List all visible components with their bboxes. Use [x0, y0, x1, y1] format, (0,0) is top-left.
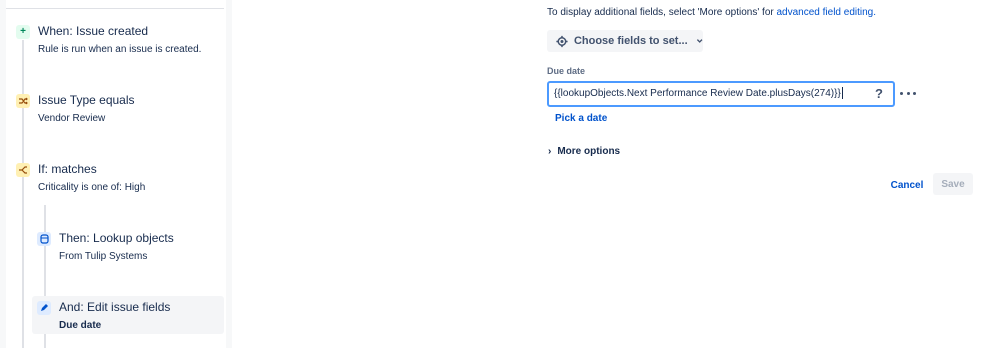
help-icon[interactable]: ?: [875, 86, 883, 101]
save-button[interactable]: Save: [933, 173, 973, 195]
cancel-button[interactable]: Cancel: [886, 176, 928, 194]
more-options-label: More options: [557, 146, 621, 157]
branch-icon: [16, 163, 30, 177]
lookup-subtitle: From Tulip Systems: [59, 251, 148, 262]
trigger-title: When: Issue created: [38, 24, 149, 38]
pencil-icon: [37, 301, 51, 315]
database-icon: [37, 232, 51, 246]
divider: [6, 8, 224, 9]
flow-connector: [22, 40, 24, 348]
choose-fields-button[interactable]: Choose fields to set...: [547, 30, 703, 52]
chevron-down-icon: [696, 39, 703, 43]
gear-icon: [556, 35, 568, 47]
shuffle-icon: [16, 94, 30, 108]
branch-title: If: matches: [38, 162, 97, 176]
lookup-title: Then: Lookup objects: [59, 231, 174, 245]
choose-fields-label: Choose fields to set...: [573, 35, 688, 47]
text-caret: [841, 87, 843, 100]
condition-subtitle: Vendor Review: [38, 113, 106, 124]
due-date-field[interactable]: {{lookupObjects.Next Performance Review …: [547, 81, 895, 107]
more-actions-icon[interactable]: [900, 86, 916, 100]
due-date-value: {{lookupObjects.Next Performance Review …: [554, 88, 841, 99]
due-date-label: Due date: [547, 66, 586, 76]
branch-subtitle: Criticality is one of: High: [38, 182, 146, 193]
edit-fields-title: And: Edit issue fields: [59, 300, 171, 314]
trigger-subtitle: Rule is run when an issue is created.: [38, 44, 202, 55]
more-options-toggle[interactable]: › More options: [548, 146, 620, 157]
advanced-editing-link[interactable]: advanced field editing.: [777, 7, 877, 18]
info-prefix: To display additional fields, select 'Mo…: [547, 7, 777, 18]
condition-title: Issue Type equals: [38, 93, 135, 107]
info-text: To display additional fields, select 'Mo…: [547, 7, 876, 18]
chevron-right-icon: ›: [548, 146, 552, 157]
pick-date-link[interactable]: Pick a date: [555, 113, 607, 124]
edit-fields-subtitle: Due date: [59, 320, 102, 331]
plus-icon: +: [16, 25, 30, 39]
